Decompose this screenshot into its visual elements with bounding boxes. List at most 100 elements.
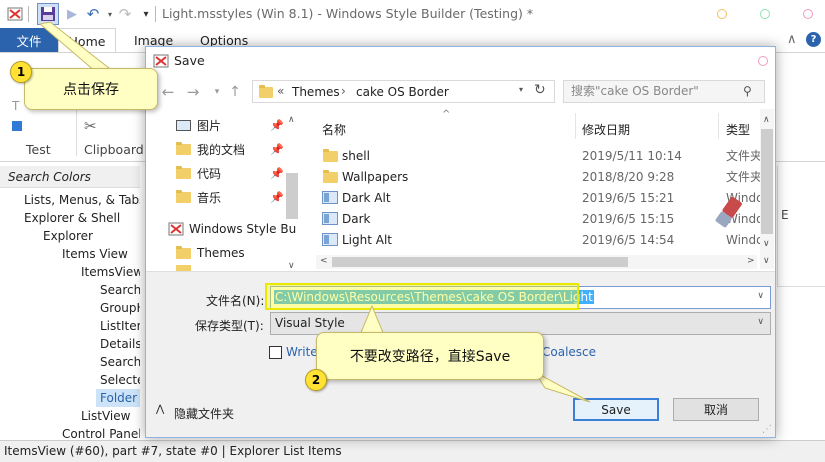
column-header-date[interactable]: 修改日期 bbox=[582, 121, 630, 138]
tree-item[interactable]: Search bbox=[100, 355, 140, 369]
tree-item[interactable]: Explorer bbox=[43, 229, 93, 243]
tree-item[interactable]: ListItem bbox=[100, 319, 140, 333]
recent-dropdown-icon[interactable]: ▾ bbox=[208, 83, 226, 101]
tree-item[interactable]: GroupH bbox=[100, 301, 140, 315]
folder-icon bbox=[176, 190, 191, 203]
forward-icon[interactable]: → bbox=[184, 83, 202, 101]
tree-item[interactable]: ItemsView bbox=[81, 265, 140, 279]
file-name: Dark Alt bbox=[342, 190, 391, 205]
ribbon-partial-label: T bbox=[12, 99, 20, 113]
filetype-dropdown-icon[interactable]: ∨ bbox=[757, 317, 764, 327]
save-button[interactable]: Save bbox=[573, 398, 659, 421]
file-date: 2019/6/5 14:54 bbox=[582, 232, 675, 247]
breadcrumb-cake-os-border[interactable]: cake OS Border bbox=[356, 85, 449, 99]
column-header-type[interactable]: 类型 bbox=[726, 121, 750, 138]
undo-icon[interactable]: ↶ bbox=[84, 5, 102, 23]
cancel-button[interactable]: 取消 bbox=[673, 398, 759, 421]
tree-item[interactable]: Lists, Menus, & Tabs bbox=[24, 193, 140, 207]
breadcrumb-overflow[interactable]: « bbox=[277, 84, 284, 98]
tree-item-selected[interactable]: Folder bbox=[100, 391, 137, 405]
write-label[interactable]: Write bbox=[286, 345, 318, 359]
navigation-pane[interactable]: 图片 我的文档 代码 音乐 Windows Style Bu Themes 📌 … bbox=[146, 109, 301, 271]
nav-item[interactable]: 音乐 bbox=[176, 187, 221, 207]
help-icon[interactable]: ? bbox=[806, 32, 821, 47]
pin-icon[interactable]: 📌 bbox=[270, 191, 284, 204]
up-icon[interactable]: ↑ bbox=[226, 83, 244, 101]
coalesce-label[interactable]: Coalesce bbox=[542, 345, 596, 359]
file-name: shell bbox=[342, 148, 370, 163]
dialog-close-icon[interactable] bbox=[758, 56, 768, 66]
nav-item[interactable]: 代码 bbox=[176, 163, 221, 183]
write-checkbox[interactable] bbox=[269, 346, 282, 359]
vertical-scrollbar[interactable]: ∧ ∨ ∨ bbox=[760, 109, 774, 269]
tree-item[interactable]: ListView bbox=[81, 409, 130, 423]
customize-toolbar-icon[interactable]: ▾ bbox=[137, 5, 155, 23]
file-type: 文件夹 bbox=[726, 149, 763, 163]
filename-dropdown-icon[interactable]: ∨ bbox=[757, 291, 764, 301]
tab-home[interactable]: Home bbox=[58, 28, 116, 53]
minimize-dot-icon[interactable] bbox=[717, 9, 727, 19]
sort-up-icon: ^ bbox=[442, 109, 451, 120]
callout-one-text: 点击保存 bbox=[63, 82, 119, 98]
redo-icon[interactable]: ↷ bbox=[116, 5, 134, 23]
breadcrumb-themes[interactable]: Themes bbox=[292, 85, 340, 99]
file-row[interactable]: Light Alt 2019/6/5 14:54 Windo bbox=[316, 229, 775, 250]
theme-file-icon bbox=[322, 212, 338, 225]
file-row[interactable]: Wallpapers 2018/8/20 9:28 文件夹 bbox=[316, 166, 775, 187]
test-icon[interactable] bbox=[12, 121, 22, 131]
ribbon-collapse-icon[interactable]: ∧ bbox=[787, 32, 797, 47]
search-icon[interactable]: ⚲ bbox=[743, 84, 752, 98]
nav-item-label: 音乐 bbox=[197, 190, 222, 205]
callout-one-badge: 1 bbox=[10, 61, 32, 83]
window-title: Light.msstyles (Win 8.1) - Windows Style… bbox=[162, 6, 534, 21]
file-row[interactable]: Dark Alt 2019/6/5 15:21 Windo bbox=[316, 187, 775, 208]
tree-item[interactable]: Selecte bbox=[100, 373, 140, 387]
nav-item[interactable]: Themes bbox=[176, 243, 245, 263]
tree-item[interactable]: Items View bbox=[62, 247, 128, 261]
file-list[interactable]: ^ 名称 修改日期 类型 shell 2019/5/11 10:14 文件夹 W… bbox=[316, 109, 775, 271]
nav-item[interactable]: Windows Style Bu bbox=[168, 219, 296, 239]
pin-icon[interactable]: 📌 bbox=[270, 143, 284, 156]
pin-icon[interactable]: 📌 bbox=[270, 167, 284, 180]
resize-grip-icon[interactable]: ⋰ bbox=[762, 424, 774, 436]
chevron-up-icon[interactable]: ⋀ bbox=[156, 404, 164, 415]
hide-folders-toggle[interactable]: 隐藏文件夹 bbox=[174, 405, 234, 422]
address-bar[interactable]: « Themes › cake OS Border ▾ ↻ bbox=[252, 80, 555, 103]
tree-item[interactable]: Control Panel bbox=[62, 427, 140, 440]
horizontal-scrollbar[interactable]: < > bbox=[316, 255, 757, 269]
pin-icon[interactable]: 📌 bbox=[270, 119, 284, 132]
search-colors-box[interactable]: Search Colors bbox=[0, 166, 140, 188]
tree-item[interactable]: SearchC bbox=[100, 283, 140, 297]
right-panel: E bbox=[777, 166, 825, 286]
address-dropdown-icon[interactable]: ▾ bbox=[519, 85, 523, 94]
file-row[interactable]: Dark 2019/6/5 15:15 Windo bbox=[316, 208, 775, 229]
tree-view[interactable]: Lists, Menus, & Tabs Explorer & Shell Ex… bbox=[0, 190, 140, 440]
refresh-icon[interactable]: ↻ bbox=[534, 82, 546, 98]
tab-file[interactable]: 文件 bbox=[0, 28, 58, 52]
play-icon[interactable]: ▶ bbox=[63, 5, 81, 23]
ribbon-label-test: Test bbox=[26, 142, 51, 157]
separator bbox=[28, 6, 29, 22]
folder-icon bbox=[323, 170, 338, 183]
breadcrumb-arrow[interactable]: › bbox=[341, 84, 346, 98]
separator bbox=[76, 104, 77, 156]
ribbon-label-clipboard: Clipboard bbox=[84, 142, 144, 157]
close-dot-icon[interactable] bbox=[803, 9, 813, 19]
back-icon[interactable]: ← bbox=[159, 83, 177, 101]
nav-item[interactable]: 图片 bbox=[176, 115, 221, 135]
column-header-name[interactable]: 名称 bbox=[322, 121, 346, 138]
save-icon[interactable] bbox=[37, 3, 59, 25]
nav-scrollbar[interactable]: ∧ ∨ bbox=[286, 111, 299, 271]
tree-item[interactable]: Details bbox=[100, 337, 140, 351]
status-bar: ItemsView (#60), part #7, state #0 | Exp… bbox=[0, 440, 825, 462]
eraser-icon bbox=[712, 195, 744, 236]
tree-item[interactable]: Explorer & Shell bbox=[24, 211, 120, 225]
file-row[interactable]: shell 2019/5/11 10:14 文件夹 bbox=[316, 145, 775, 166]
search-input[interactable]: 搜索"cake OS Border" bbox=[563, 80, 765, 103]
maximize-dot-icon[interactable] bbox=[760, 9, 770, 19]
nav-item-label: Themes bbox=[197, 246, 245, 260]
nav-item[interactable]: 我的文档 bbox=[176, 139, 245, 159]
cut-icon[interactable]: ✂ bbox=[84, 117, 97, 135]
file-date: 2019/6/5 15:15 bbox=[582, 211, 675, 226]
filename-highlight bbox=[265, 283, 579, 310]
